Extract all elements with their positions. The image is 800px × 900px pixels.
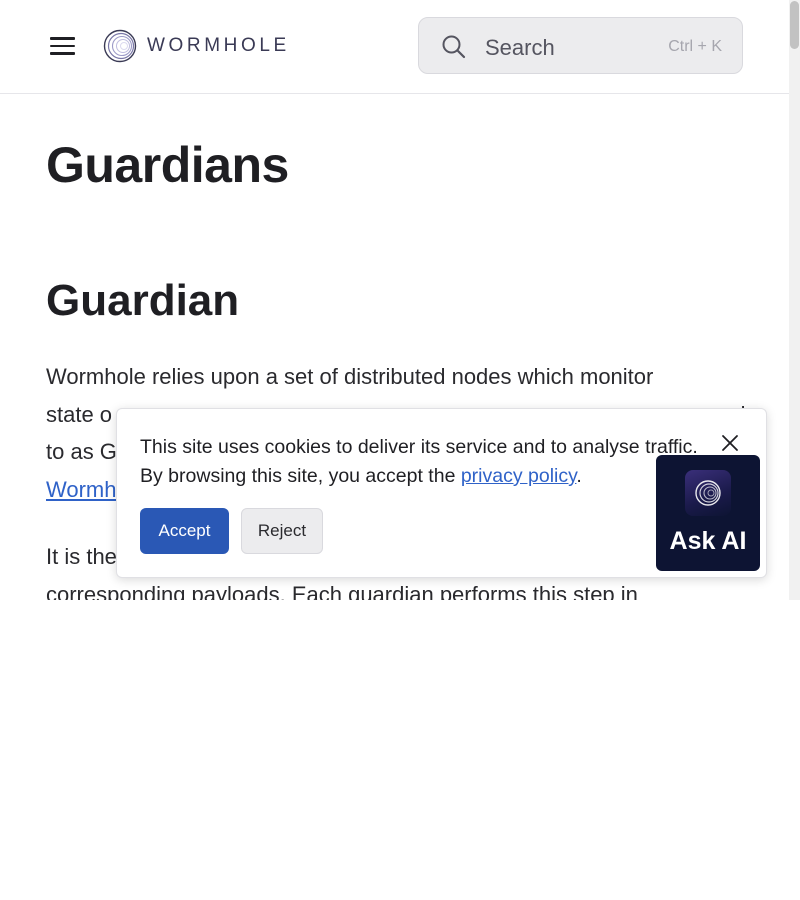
close-icon[interactable] [718,431,742,455]
ask-ai-logo-icon [685,470,731,516]
search-placeholder: Search [485,35,555,60]
cookie-message: This site uses cookies to deliver its se… [140,436,698,487]
wormhole-link[interactable]: Wormh [46,477,117,502]
accept-button[interactable]: Accept [140,508,229,554]
scrollbar-thumb[interactable] [790,1,799,49]
page-title: Guardians [46,137,289,193]
scrollbar[interactable] [789,0,800,600]
menu-icon[interactable] [50,30,82,62]
ask-ai-button[interactable]: Ask AI [656,455,760,571]
reject-button[interactable]: Reject [241,508,323,554]
privacy-policy-link[interactable]: privacy policy [461,465,577,487]
viewport: WORMHOLE Search Ctrl + K Guardians Guard… [0,0,800,600]
section-title: Guardian [46,276,240,325]
ask-ai-label: Ask AI [669,527,747,555]
paragraph-line: corresponding payloads. Each guardian pe… [46,581,638,601]
site-header: WORMHOLE Search Ctrl + K [0,0,789,94]
search-input[interactable]: Search Ctrl + K [418,17,743,74]
brand-logo[interactable]: WORMHOLE [103,28,290,64]
brand-name: WORMHOLE [147,35,290,56]
wormhole-logo-icon [103,29,137,63]
search-shortcut: Ctrl + K [668,38,722,55]
search-icon [442,35,466,59]
paragraph-line: Wormhole relies upon a set of distribute… [46,364,654,389]
